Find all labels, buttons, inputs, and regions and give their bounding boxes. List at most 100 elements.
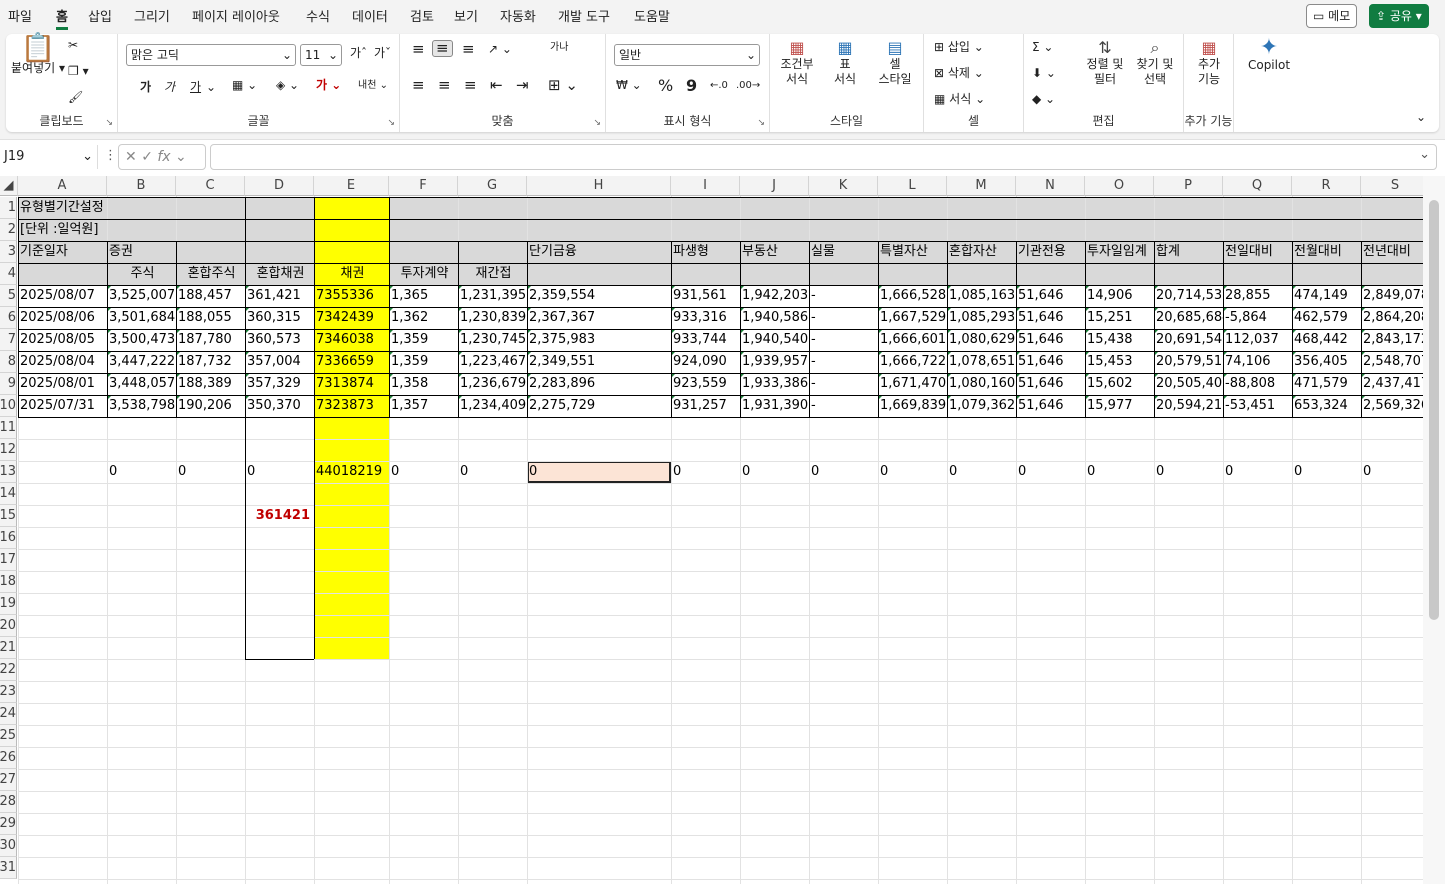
data-cell[interactable]: 1,666,722 [878,351,947,373]
data-cell[interactable]: 360,315 [245,307,314,329]
header-mixed-bond[interactable]: 혼합채권 [245,263,314,285]
data-cell[interactable]: 923,559 [671,373,740,395]
data-cell[interactable]: 1,236,679 [458,373,527,395]
sum-cell[interactable]: 0 [245,461,314,483]
copilot-button[interactable]: ✦ Copilot [1240,37,1298,73]
font-name-select[interactable]: 맑은 고딕 ⌄ [126,44,296,66]
data-cell[interactable]: 1,359 [389,351,458,373]
data-cell[interactable]: 1,231,395 [458,285,527,307]
header-commodity[interactable]: 실물 [809,241,878,263]
column-header-J[interactable]: J [740,176,809,196]
align-left-icon[interactable]: ≡ [412,78,425,93]
data-cell[interactable]: 1,080,629 [947,329,1016,351]
sum-cell[interactable]: 44018219 [314,461,389,483]
data-cell[interactable]: 1,933,386 [740,373,809,395]
data-cell[interactable]: 51,646 [1016,307,1085,329]
data-cell[interactable]: 1,942,203 [740,285,809,307]
align-middle-icon[interactable]: ≡ [432,40,453,57]
data-cell[interactable]: 51,646 [1016,329,1085,351]
data-cell[interactable]: 361,421 [245,285,314,307]
header-invest[interactable]: 투자계약 [389,263,458,285]
grow-font-button[interactable]: 가ˆ [350,46,367,61]
data-cell[interactable]: 1,079,362 [947,395,1016,417]
data-cell[interactable]: - [809,351,878,373]
data-cell[interactable]: 112,037 [1223,329,1292,351]
data-cell[interactable]: 1,669,839 [878,395,947,417]
format-table-button[interactable]: ▦ 표 서식 [822,40,868,87]
row-header-4[interactable]: 4 [0,263,17,285]
select-all-corner[interactable]: ◢ [0,176,18,196]
sum-cell[interactable]: 0 [1361,461,1430,483]
data-cell[interactable]: 931,561 [671,285,740,307]
row-header-15[interactable]: 15 [0,505,17,527]
data-cell[interactable]: 3,500,473 [107,329,176,351]
data-cell[interactable]: 1,671,470 [878,373,947,395]
data-cell[interactable]: 1,085,293 [947,307,1016,329]
data-cell[interactable]: 1,939,957 [740,351,809,373]
row-header-23[interactable]: 23 [0,681,17,703]
spreadsheet-grid[interactable]: A B C D E F G H I J K L M N O P Q R S ◢ 1 2 3 4 5 6 7 8 9 10 11 12 13 14 1… [0,176,1445,884]
row-header-9[interactable]: 9 [0,373,17,395]
data-cell[interactable]: 2,349,551 [527,351,671,373]
data-cell[interactable]: 1,365 [389,285,458,307]
increase-decimal-icon[interactable]: ←.0 [710,78,728,93]
data-cell[interactable]: 1,234,409 [458,395,527,417]
column-header-L[interactable]: L [878,176,947,196]
menu-9[interactable]: 자동화 [500,6,536,25]
data-cell[interactable]: 1,085,163 [947,285,1016,307]
highlight-value-cell[interactable]: 361421 [245,505,314,527]
column-header-O[interactable]: O [1085,176,1154,196]
data-cell[interactable]: 15,977 [1085,395,1154,417]
data-cell[interactable]: 931,257 [671,395,740,417]
phonetic-icon[interactable]: 내천 ⌄ [358,78,388,93]
menu-3[interactable]: 그리기 [134,6,170,25]
sum-cell[interactable]: 0 [671,461,740,483]
column-header-M[interactable]: M [947,176,1016,196]
row-header-10[interactable]: 10 [0,395,17,417]
cell-styles-button[interactable]: ▤ 셀 스타일 [870,40,920,87]
data-cell[interactable]: 20,691,548 [1154,329,1223,351]
currency-icon[interactable]: ₩ ⌄ [616,78,642,93]
menu-5[interactable]: 수식 [306,6,330,25]
vertical-scrollbar[interactable] [1423,176,1445,884]
data-cell[interactable]: 2025/07/31 [18,395,107,417]
data-cell[interactable]: 188,389 [176,373,245,395]
format-cells-button[interactable]: ▦ 서식 ⌄ [934,92,985,107]
collapse-ribbon-icon[interactable]: ⌄ [1416,110,1426,125]
sum-cell[interactable]: 0 [389,461,458,483]
data-cell[interactable]: 7313874 [314,373,389,395]
menu-0[interactable]: 파일 [8,6,32,25]
menu-8[interactable]: 보기 [454,6,478,25]
data-cell[interactable]: - [809,285,878,307]
align-right-icon[interactable]: ≡ [464,78,477,93]
data-cell[interactable]: - [809,329,878,351]
autosum-icon[interactable]: Σ ⌄ [1032,40,1053,55]
menu-6[interactable]: 데이터 [352,6,388,25]
data-cell[interactable]: 2,375,983 [527,329,671,351]
row-header-11[interactable]: 11 [0,417,17,439]
row-header-8[interactable]: 8 [0,351,17,373]
data-cell[interactable]: - [809,373,878,395]
row-header-7[interactable]: 7 [0,329,17,351]
data-cell[interactable]: 7336659 [314,351,389,373]
sum-cell[interactable]: 0 [809,461,878,483]
data-cell[interactable]: 2025/08/05 [18,329,107,351]
data-cell[interactable]: 15,251 [1085,307,1154,329]
format-painter-icon[interactable]: 🖌 [68,90,83,105]
data-cell[interactable]: 2,367,367 [527,307,671,329]
data-cell[interactable]: 51,646 [1016,351,1085,373]
data-cell[interactable]: 1,230,745 [458,329,527,351]
sum-cell[interactable]: 0 [1154,461,1223,483]
column-header-N[interactable]: N [1016,176,1085,196]
data-cell[interactable]: 51,646 [1016,395,1085,417]
percent-button[interactable]: % [658,78,673,94]
row-header-22[interactable]: 22 [0,659,17,681]
data-cell[interactable]: 2,864,208 [1361,307,1430,329]
data-cell[interactable]: 2,275,729 [527,395,671,417]
header-realestate[interactable]: 부동산 [740,241,809,263]
row-header-14[interactable]: 14 [0,483,17,505]
menu-2[interactable]: 삽입 [88,6,112,25]
data-cell[interactable]: 1,230,839 [458,307,527,329]
row-header-18[interactable]: 18 [0,571,17,593]
data-cell[interactable]: 187,732 [176,351,245,373]
